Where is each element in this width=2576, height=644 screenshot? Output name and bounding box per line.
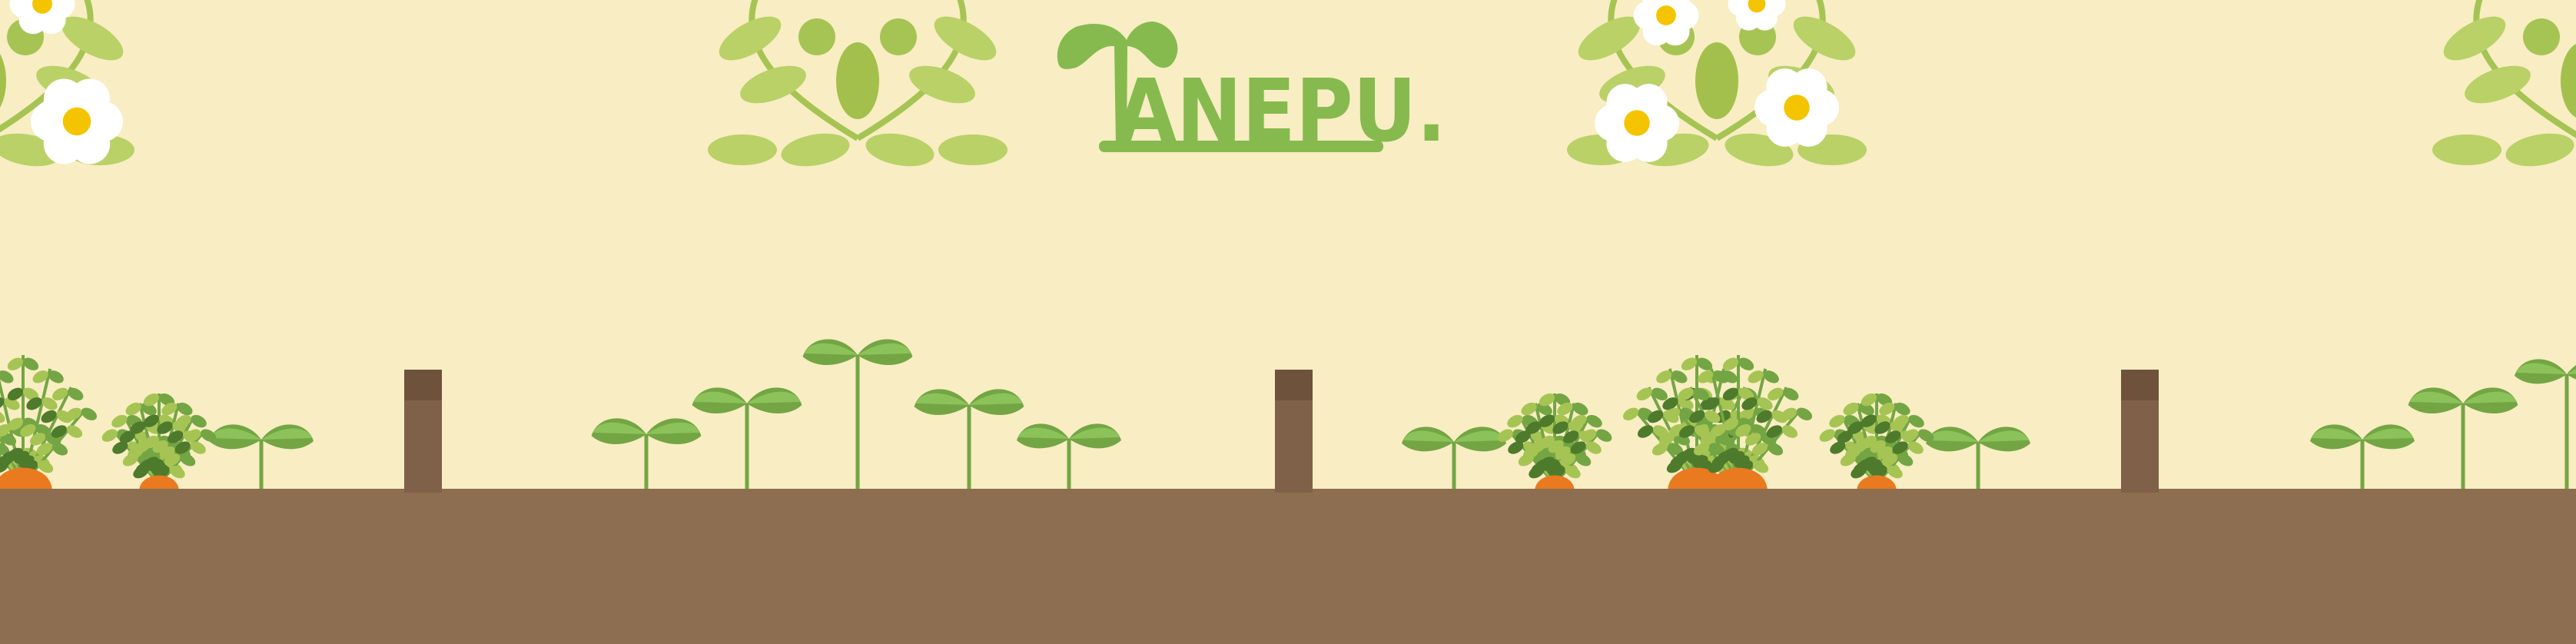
fence-post: [1275, 370, 1313, 493]
wreath-bud: [880, 18, 917, 55]
fence-post: [404, 370, 442, 493]
wreath-leaf: [938, 134, 1007, 165]
wreath-leaf: [2432, 134, 2501, 165]
flower-center: [1656, 5, 1676, 25]
tanepu-banner: ANEPU.: [0, 0, 2576, 644]
wreath-bud: [2523, 18, 2560, 55]
flower-center: [62, 107, 91, 136]
flower-center: [1624, 110, 1650, 136]
wreath-leaf: [708, 134, 777, 165]
ground: [0, 489, 2576, 644]
post-top: [404, 370, 442, 400]
fence-post: [2121, 370, 2159, 493]
wreath-center-leaf: [1695, 42, 1738, 119]
wreath-center-leaf: [836, 42, 879, 119]
flower-center: [1784, 95, 1810, 121]
post-top: [1275, 370, 1313, 400]
post-top: [2121, 370, 2159, 400]
logo-underline: [1099, 141, 1383, 152]
wreath-bud: [798, 18, 835, 55]
